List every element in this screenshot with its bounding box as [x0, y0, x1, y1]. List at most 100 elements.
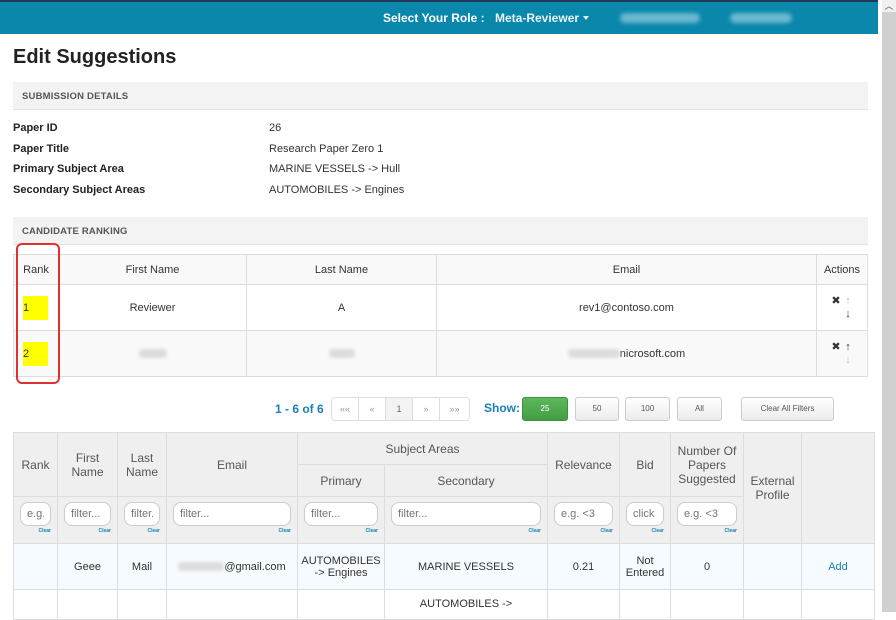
action-cell: Add [801, 543, 875, 590]
filter-primary-input[interactable] [304, 502, 378, 526]
clear-filter-link[interactable]: Clear [64, 528, 111, 534]
suggestion-row: AUTOMOBILES -> [13, 589, 875, 620]
filter-bid-input[interactable] [626, 502, 664, 526]
detail-label: Primary Subject Area [13, 163, 124, 175]
bid-cell [619, 589, 671, 620]
filter-secondary-cell: Clear [384, 496, 548, 544]
redacted-user-link[interactable] [620, 13, 700, 23]
suggestions-table: Rank First Name Last Name Email Subject … [13, 432, 875, 620]
clear-filter-link[interactable]: Clear [554, 528, 613, 534]
top-nav-bar: Select Your Role : Meta-Reviewer [0, 2, 878, 34]
ranking-row: 1 Reviewer A rev1@contoso.com ✖ ↑ ↓ [13, 284, 868, 331]
filter-secondary-input[interactable] [391, 502, 541, 526]
detail-value: Research Paper Zero 1 [269, 143, 384, 155]
add-button[interactable]: Add [828, 561, 848, 573]
filter-rank-cell: Clear [13, 496, 58, 544]
detail-label: Paper Title [13, 143, 70, 155]
remove-icon[interactable]: ✖ [830, 295, 842, 308]
actions-cell: ✖ ↑ ↓ [816, 284, 868, 331]
external-profile-cell [743, 543, 802, 590]
redacted-email-prefix [178, 562, 225, 572]
pagination: «« « 1 » »» [331, 397, 470, 421]
relevance-cell [547, 589, 620, 620]
ranking-row: 2 nicrosoft.com ✖ ↑ ↓ [13, 330, 868, 377]
col-first-name[interactable]: First Name [57, 432, 118, 497]
filter-email-input[interactable] [173, 502, 291, 526]
move-down-icon[interactable]: ↓ [842, 308, 854, 321]
page-size-25-button[interactable]: 25 [522, 397, 568, 421]
remove-icon[interactable]: ✖ [830, 341, 842, 354]
detail-label: Paper ID [13, 122, 58, 134]
filter-num-papers-cell: Clear [670, 496, 744, 544]
rank-highlight-annotation [16, 243, 60, 384]
page-title: Edit Suggestions [13, 46, 177, 68]
prev-page-button[interactable]: « [359, 398, 386, 420]
col-external-profile: External Profile [743, 432, 802, 544]
last-name-cell: Mail [117, 543, 167, 590]
col-relevance[interactable]: Relevance [547, 432, 620, 497]
secondary-cell: AUTOMOBILES -> [384, 589, 548, 620]
scroll-up-arrow-icon[interactable]: ︿ [882, 0, 896, 12]
col-group-subject-areas: Subject Areas [297, 432, 548, 465]
col-secondary[interactable]: Secondary [384, 464, 548, 497]
clear-filter-link[interactable]: Clear [20, 528, 51, 534]
col-bid[interactable]: Bid [619, 432, 671, 497]
detail-label: Secondary Subject Areas [13, 184, 146, 196]
filter-relevance-cell: Clear [547, 496, 620, 544]
page-size-100-button[interactable]: 100 [625, 397, 670, 421]
clear-filter-link[interactable]: Clear [626, 528, 664, 534]
col-num-papers[interactable]: Number Of Papers Suggested [670, 432, 744, 497]
col-first-name: First Name [58, 254, 247, 285]
filter-primary-cell: Clear [297, 496, 385, 544]
submission-details-heading: SUBMISSION DETAILS [13, 82, 868, 110]
last-name-cell [246, 330, 437, 377]
page-size-all-button[interactable]: All [677, 397, 722, 421]
filter-last-cell: Clear [117, 496, 167, 544]
col-email[interactable]: Email [166, 432, 298, 497]
detail-value: AUTOMOBILES -> Engines [269, 184, 405, 196]
vertical-scrollbar[interactable]: ︿ [882, 0, 896, 612]
move-up-icon[interactable]: ↑ [842, 341, 854, 354]
page-1-button[interactable]: 1 [386, 398, 413, 420]
rank-cell [13, 589, 58, 620]
first-page-button[interactable]: «« [332, 398, 359, 420]
candidate-ranking-heading: CANDIDATE RANKING [13, 217, 868, 245]
email-suffix: @gmail.com [224, 560, 286, 573]
first-name-cell [57, 589, 118, 620]
clear-filter-link[interactable]: Clear [391, 528, 541, 534]
last-page-button[interactable]: »» [440, 398, 469, 420]
filter-rank-input[interactable] [20, 502, 51, 526]
clear-filter-link[interactable]: Clear [124, 528, 160, 534]
secondary-cell: MARINE VESSELS [384, 543, 548, 590]
email-cell: @gmail.com [166, 543, 298, 590]
clear-filter-link[interactable]: Clear [173, 528, 291, 534]
col-last-name[interactable]: Last Name [117, 432, 167, 497]
clear-filter-link[interactable]: Clear [677, 528, 737, 534]
num-papers-cell: 0 [670, 543, 744, 590]
clear-filter-link[interactable]: Clear [304, 528, 378, 534]
clear-all-filters-button[interactable]: Clear All Filters [741, 397, 834, 421]
show-label: Show: [484, 401, 520, 415]
filter-num-papers-input[interactable] [677, 502, 737, 526]
role-dropdown[interactable]: Meta-Reviewer [495, 11, 590, 25]
bid-cell: Not Entered [619, 543, 671, 590]
action-cell [801, 589, 875, 620]
redacted-logout-link[interactable] [730, 13, 792, 23]
next-page-button[interactable]: » [413, 398, 440, 420]
col-rank[interactable]: Rank [13, 432, 58, 497]
filter-first-cell: Clear [57, 496, 118, 544]
col-action [801, 432, 875, 544]
rank-cell [13, 543, 58, 590]
email-suffix: nicrosoft.com [619, 347, 686, 360]
filter-relevance-input[interactable] [554, 502, 613, 526]
col-last-name: Last Name [246, 254, 437, 285]
email-cell [166, 589, 298, 620]
redacted-first-name [138, 349, 167, 359]
detail-value: 26 [269, 122, 282, 134]
col-primary[interactable]: Primary [297, 464, 385, 497]
first-name-cell: Geee [57, 543, 118, 590]
filter-last-name-input[interactable] [124, 502, 160, 526]
move-down-icon: ↓ [845, 353, 851, 366]
page-size-50-button[interactable]: 50 [575, 397, 619, 421]
filter-first-name-input[interactable] [64, 502, 111, 526]
